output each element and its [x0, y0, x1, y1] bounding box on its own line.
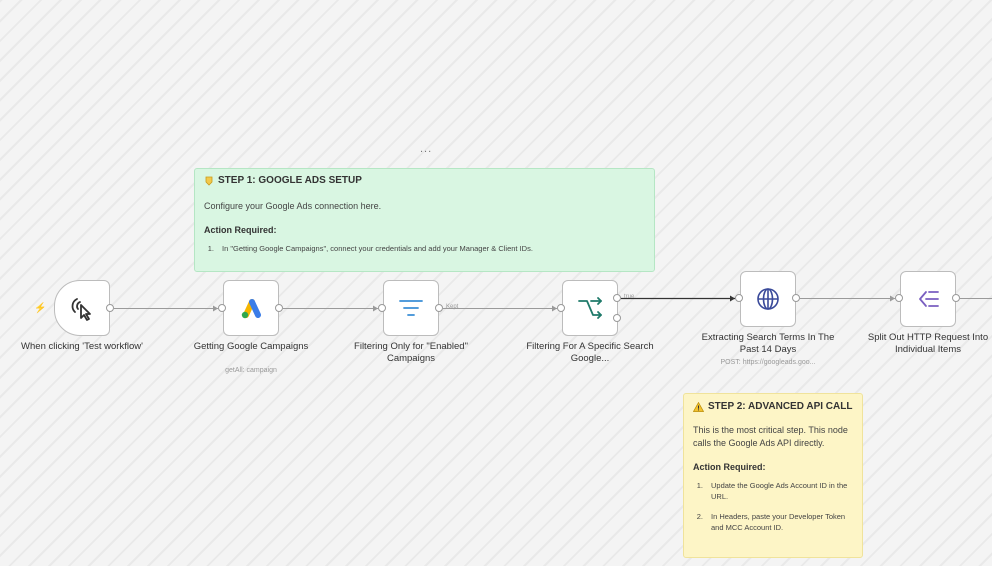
input-handle[interactable]	[378, 304, 386, 312]
trigger-bolt-icon: ⚡	[34, 303, 47, 314]
sticky-api-title: STEP 2: ADVANCED API CALL	[692, 401, 853, 412]
split-out-icon	[916, 288, 940, 310]
node-label: Extracting Search Terms In The Past 14 D…	[701, 332, 835, 355]
node-if-search[interactable]	[562, 280, 618, 336]
node-label: Filtering For A Specific Search Google..…	[526, 341, 654, 364]
node-sublabel: getAll: campaign	[225, 367, 277, 374]
output-handle[interactable]	[435, 304, 443, 312]
output-handle[interactable]	[792, 294, 800, 302]
if-branch-icon	[577, 296, 603, 320]
input-handle[interactable]	[557, 304, 565, 312]
list-number: 2.	[696, 512, 703, 521]
sticky-setup-action-heading: Action Required:	[204, 225, 277, 235]
globe-icon	[756, 287, 780, 311]
output-handle[interactable]	[106, 304, 114, 312]
node-split-out[interactable]	[900, 271, 956, 327]
filter-icon	[398, 298, 424, 318]
node-http-request[interactable]	[740, 271, 796, 327]
node-label: Getting Google Campaigns	[193, 341, 309, 352]
node-label: Filtering Only for "Enabled" Campaigns	[354, 341, 468, 364]
node-label: Split Out HTTP Request Into Individual I…	[867, 332, 989, 355]
edge-kept-label: Kept	[446, 304, 459, 310]
edge-true-label: true	[624, 294, 635, 300]
output-handle-false[interactable]	[613, 314, 621, 322]
pin-icon	[204, 176, 214, 186]
sticky-setup-title: STEP 1: GOOGLE ADS SETUP	[204, 175, 645, 186]
list-number: 1.	[207, 244, 214, 253]
google-ads-icon	[238, 296, 264, 320]
sticky-api-list: 1. Update the Google Ads Account ID in t…	[693, 480, 853, 533]
cursor-click-icon	[68, 294, 96, 322]
sticky-setup-title-text: STEP 1: GOOGLE ADS SETUP	[218, 175, 362, 186]
sticky-handle-dots[interactable]: ...	[420, 143, 432, 155]
node-label: When clicking 'Test workflow'	[21, 341, 143, 352]
output-handle[interactable]	[275, 304, 283, 312]
output-handle[interactable]	[952, 294, 960, 302]
input-handle[interactable]	[218, 304, 226, 312]
sticky-setup-item: 1. In "Getting Google Campaigns", connec…	[204, 243, 645, 254]
sticky-setup-list: 1. In "Getting Google Campaigns", connec…	[204, 243, 645, 254]
node-google-ads[interactable]	[223, 280, 279, 336]
warning-icon	[692, 401, 705, 412]
sticky-note-setup[interactable]: STEP 1: GOOGLE ADS SETUP Configure your …	[194, 168, 655, 272]
node-sublabel: POST: https://googleads.goo...	[720, 359, 816, 366]
input-handle[interactable]	[735, 294, 743, 302]
list-text: In Headers, paste your Developer Token a…	[711, 512, 846, 532]
sticky-api-title-text: STEP 2: ADVANCED API CALL	[708, 401, 853, 412]
sticky-setup-body: Configure your Google Ads connection her…	[204, 201, 382, 211]
sticky-api-body: This is the most critical step. This nod…	[693, 425, 848, 448]
output-handle-true[interactable]	[613, 294, 621, 302]
node-filter-enabled[interactable]	[383, 280, 439, 336]
list-text: Update the Google Ads Account ID in the …	[711, 481, 848, 501]
sticky-api-item: 1. Update the Google Ads Account ID in t…	[693, 480, 853, 502]
sticky-api-item: 2. In Headers, paste your Developer Toke…	[693, 511, 853, 533]
input-handle[interactable]	[895, 294, 903, 302]
sticky-note-api[interactable]: STEP 2: ADVANCED API CALL This is the mo…	[683, 393, 863, 558]
list-number: 1.	[696, 481, 703, 490]
workflow-canvas[interactable]: ... STEP 1: GOOGLE ADS SETUP Configure y…	[0, 0, 992, 566]
node-manual-trigger[interactable]	[54, 280, 110, 336]
sticky-api-action-heading: Action Required:	[693, 462, 766, 472]
list-text: In "Getting Google Campaigns", connect y…	[222, 244, 533, 253]
